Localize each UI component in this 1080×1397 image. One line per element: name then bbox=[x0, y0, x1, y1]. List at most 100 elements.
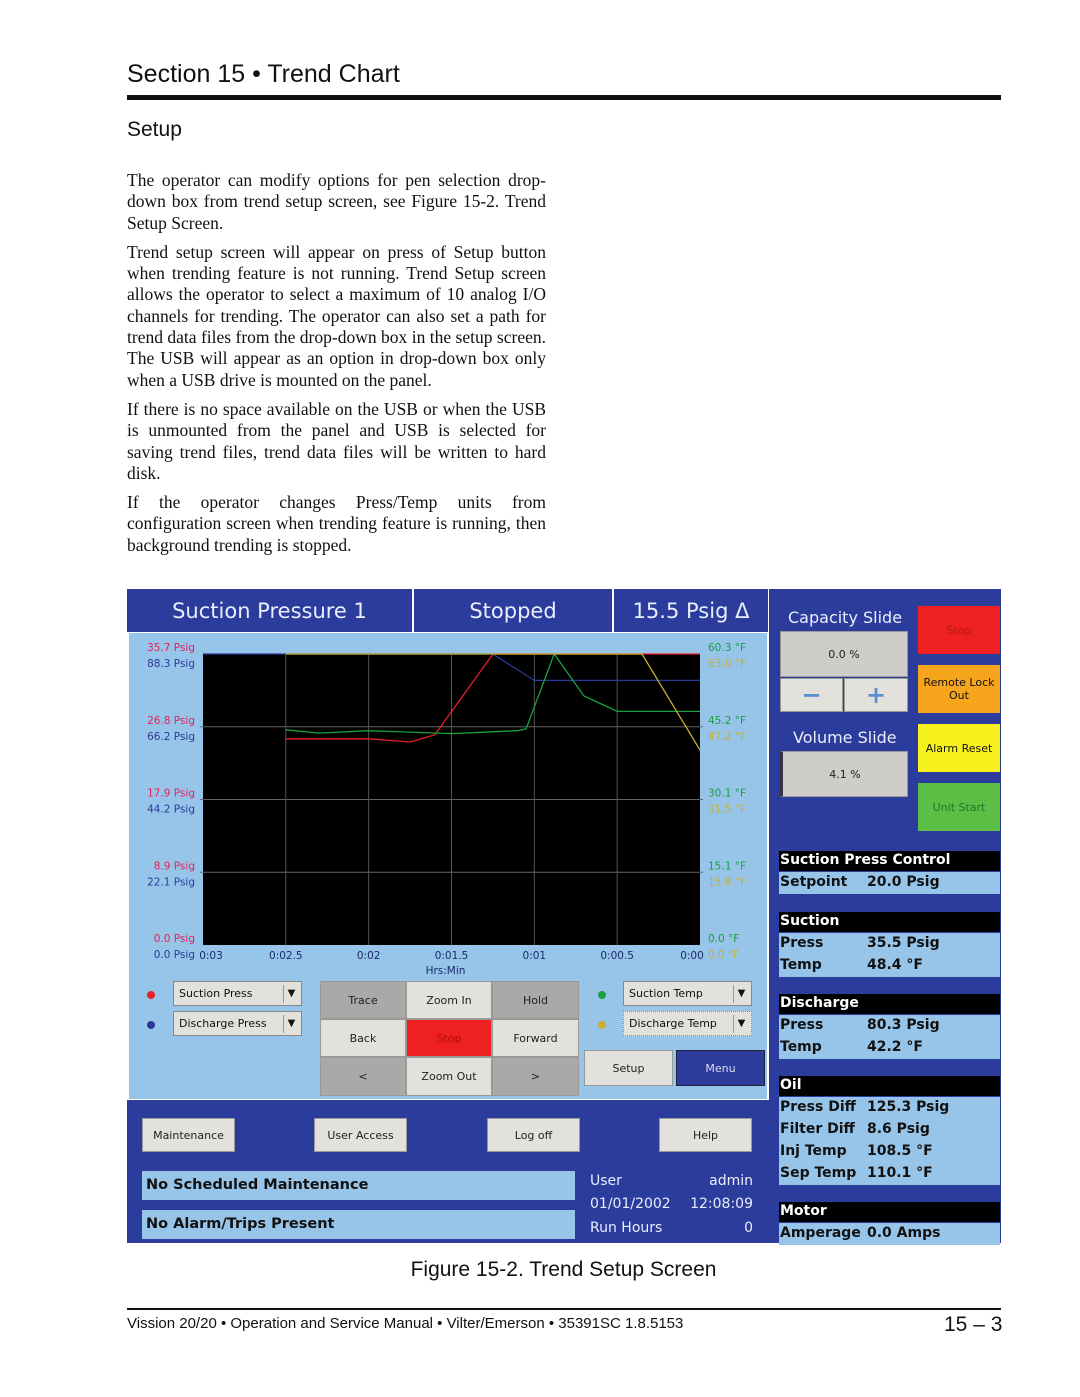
capacity-slide-title: Capacity Slide bbox=[788, 608, 903, 627]
left-axis-tick: 26.8 Psig bbox=[147, 715, 195, 727]
trend-chart-area: 35.7 Psig 88.3 Psig 60.3 °F 63.0 °F 26.8 Psi… bbox=[129, 633, 767, 1099]
maintenance-button[interactable]: Maintenance bbox=[142, 1118, 235, 1152]
pen-color-dot bbox=[147, 991, 155, 999]
trace-button[interactable]: Trace bbox=[320, 981, 406, 1019]
readout-label: Setpoint bbox=[780, 874, 848, 890]
group-header: Motor bbox=[779, 1202, 1000, 1222]
left-axis-tick: 22.1 Psig bbox=[147, 876, 195, 888]
zoom-in-button[interactable]: Zoom In bbox=[406, 981, 492, 1019]
scroll-right-button[interactable]: > bbox=[492, 1057, 579, 1096]
scroll-left-button[interactable]: < bbox=[320, 1057, 406, 1096]
readout-row: Filter Diff 8.6 Psig bbox=[779, 1119, 1000, 1141]
left-axis-tick: 0.0 Psig bbox=[154, 949, 195, 961]
readout-label: Filter Diff bbox=[780, 1121, 855, 1137]
footer-text: Vission 20/20 • Operation and Service Ma… bbox=[127, 1315, 684, 1332]
chevron-down-icon: ▼ bbox=[283, 1015, 299, 1033]
pen-color-dot bbox=[598, 991, 606, 999]
right-panel: Capacity Slide 0.0 % − + Volume Slide 4.… bbox=[769, 589, 1001, 1245]
right-axis-tick: 0.0 °F bbox=[708, 933, 739, 945]
menu-button[interactable]: Menu bbox=[676, 1050, 765, 1086]
remote-lockout-button[interactable]: Remote Lock Out bbox=[918, 665, 1000, 713]
setup-button[interactable]: Setup bbox=[584, 1050, 673, 1086]
capacity-decrease-button[interactable]: − bbox=[780, 678, 843, 712]
left-axis-tick: 88.3 Psig bbox=[147, 658, 195, 670]
user-access-button[interactable]: User Access bbox=[314, 1118, 407, 1152]
readout-value: 35.5 Psig bbox=[867, 935, 940, 951]
readout-value: 108.5 °F bbox=[867, 1143, 933, 1159]
left-axis-tick: 44.2 Psig bbox=[147, 804, 195, 816]
footer-rule bbox=[127, 1308, 1001, 1310]
readout-label: Amperage bbox=[780, 1225, 861, 1241]
x-axis-tick: 0:00 bbox=[680, 950, 704, 962]
bottom-panel: Maintenance User Access Log off Help No … bbox=[127, 1100, 769, 1243]
group-header: Suction Press Control bbox=[779, 851, 1000, 871]
hold-button[interactable]: Hold bbox=[492, 981, 579, 1019]
pen-color-dot bbox=[598, 1021, 606, 1029]
capacity-slide-value: 0.0 % bbox=[780, 631, 908, 677]
figure-caption: Figure 15-2. Trend Setup Screen bbox=[410, 1258, 717, 1281]
paragraph: If there is no space available on the US… bbox=[127, 398, 546, 483]
zoom-out-button[interactable]: Zoom Out bbox=[406, 1057, 492, 1096]
readout-label: Temp bbox=[780, 957, 822, 973]
right-axis-tick: 0.0 °F bbox=[708, 949, 739, 961]
alarm-reset-button[interactable]: Alarm Reset bbox=[918, 724, 1000, 772]
pen1-dropdown[interactable]: Suction Press ▼ bbox=[173, 981, 302, 1006]
left-axis-tick: 8.9 Psig bbox=[154, 860, 195, 872]
body-text: The operator can modify options for pen … bbox=[127, 170, 546, 564]
dropdown-value: Suction Press bbox=[179, 987, 253, 1000]
group-header: Oil bbox=[779, 1076, 1000, 1096]
readout-value: 8.6 Psig bbox=[867, 1121, 930, 1137]
back-button[interactable]: Back bbox=[320, 1019, 406, 1057]
run-hours-value: 0 bbox=[744, 1220, 753, 1236]
stop-trend-button[interactable]: Stop bbox=[406, 1019, 492, 1057]
capacity-increase-button[interactable]: + bbox=[844, 678, 908, 712]
paragraph: If the operator changes Press/Temp units… bbox=[127, 492, 546, 555]
right-axis-tick: 45.2 °F bbox=[708, 715, 746, 727]
x-axis-tick: 0:03 bbox=[199, 950, 223, 962]
user-value: admin bbox=[709, 1173, 753, 1189]
page-number: 15 – 3 bbox=[944, 1313, 1003, 1336]
x-axis-tick: 0:00.5 bbox=[600, 950, 634, 962]
paragraph: The operator can modify options for pen … bbox=[127, 170, 546, 233]
unit-start-button[interactable]: Unit Start bbox=[918, 783, 1000, 831]
left-axis-tick: 35.7 Psig bbox=[147, 642, 195, 654]
group-header: Discharge bbox=[779, 994, 1000, 1014]
pen2-dropdown[interactable]: Discharge Press ▼ bbox=[173, 1011, 302, 1036]
readout-row: Amperage 0.0 Amps bbox=[779, 1223, 1000, 1245]
subheading: Setup bbox=[127, 118, 182, 141]
readout-row: Press 80.3 Psig bbox=[779, 1015, 1000, 1037]
date: 01/01/2002 bbox=[590, 1196, 671, 1212]
right-axis-tick: 15.1 °F bbox=[708, 860, 746, 872]
time: 12:08:09 bbox=[690, 1196, 753, 1212]
log-off-button[interactable]: Log off bbox=[487, 1118, 580, 1152]
readout-value: 42.2 °F bbox=[867, 1039, 923, 1055]
run-hours-label: Run Hours bbox=[590, 1220, 663, 1236]
delta-readout: 15.5 Psig Δ bbox=[614, 589, 768, 632]
x-axis-label: Hrs:Min bbox=[426, 965, 466, 977]
readout-value: 110.1 °F bbox=[867, 1165, 933, 1181]
alarm-status: No Alarm/Trips Present bbox=[142, 1210, 575, 1239]
readout-value: 80.3 Psig bbox=[867, 1017, 940, 1033]
readout-label: Press bbox=[780, 1017, 824, 1033]
volume-slide-title: Volume Slide bbox=[793, 728, 897, 747]
chevron-down-icon: ▼ bbox=[733, 985, 749, 1003]
forward-button[interactable]: Forward bbox=[492, 1019, 579, 1057]
pen3-dropdown[interactable]: Suction Temp ▼ bbox=[623, 981, 752, 1006]
pen-color-dot bbox=[147, 1021, 155, 1029]
readout-row: Inj Temp 108.5 °F bbox=[779, 1141, 1000, 1163]
group-header: Suction bbox=[779, 912, 1000, 932]
readout-label: Inj Temp bbox=[780, 1143, 847, 1159]
stop-button[interactable]: Stop bbox=[918, 606, 1000, 654]
right-axis-tick: 63.0 °F bbox=[708, 658, 746, 670]
readout-label: Sep Temp bbox=[780, 1165, 857, 1181]
help-button[interactable]: Help bbox=[659, 1118, 752, 1152]
dropdown-value: Discharge Press bbox=[179, 1017, 267, 1030]
readout-label: Temp bbox=[780, 1039, 822, 1055]
right-axis-tick: 15.8 °F bbox=[708, 876, 746, 888]
volume-slide-value: 4.1 % bbox=[780, 751, 908, 797]
right-axis-tick: 31.5 °F bbox=[708, 804, 746, 816]
section-title: Section 15 • Trend Chart bbox=[127, 60, 400, 88]
dropdown-value: Suction Temp bbox=[629, 987, 703, 1000]
pen4-dropdown[interactable]: Discharge Temp ▼ bbox=[623, 1011, 752, 1036]
maintenance-status: No Scheduled Maintenance bbox=[142, 1171, 575, 1200]
